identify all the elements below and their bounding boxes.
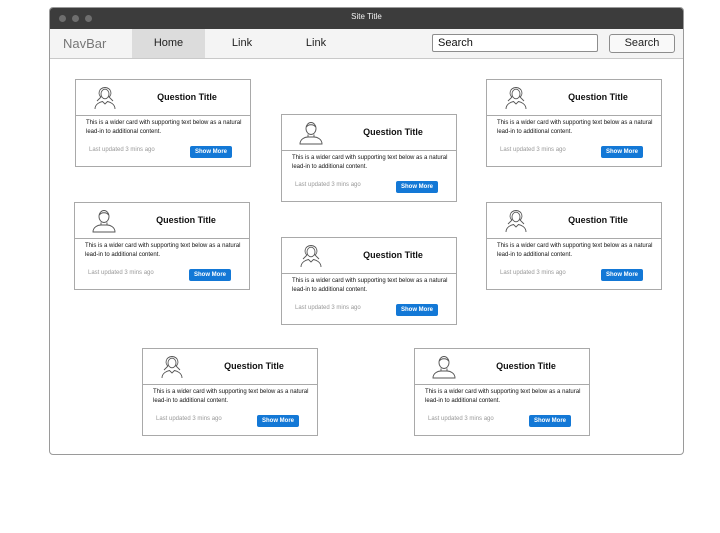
question-card: Question Title This is a wider card with… xyxy=(414,348,590,436)
card-text: This is a wider card with supporting tex… xyxy=(86,120,242,135)
card-title: Question Title xyxy=(224,361,284,371)
female-user-icon xyxy=(503,85,529,111)
navbar: NavBar Home Link Link Search xyxy=(50,29,683,59)
search-input[interactable] xyxy=(432,34,598,52)
question-card: Question Title This is a wider card with… xyxy=(74,202,250,290)
card-text: This is a wider card with supporting tex… xyxy=(425,389,581,404)
card-text: This is a wider card with supporting tex… xyxy=(85,243,241,258)
card-title: Question Title xyxy=(156,215,216,225)
male-user-icon xyxy=(298,120,324,146)
nav-link-home[interactable]: Home xyxy=(132,29,205,58)
show-more-button[interactable]: Show More xyxy=(190,146,232,158)
card-updated: Last updated 3 mins ago xyxy=(156,416,222,422)
card-header: Question Title xyxy=(487,80,661,116)
question-card: Question Title This is a wider card with… xyxy=(486,79,662,167)
card-text: This is a wider card with supporting tex… xyxy=(497,120,653,135)
card-header: Question Title xyxy=(143,349,317,385)
card-updated: Last updated 3 mins ago xyxy=(500,147,566,153)
female-user-icon xyxy=(298,243,324,269)
card-title: Question Title xyxy=(363,250,423,260)
card-updated: Last updated 3 mins ago xyxy=(428,416,494,422)
question-card: Question Title This is a wider card with… xyxy=(75,79,251,167)
title-bar: Site Title xyxy=(50,8,683,29)
card-updated: Last updated 3 mins ago xyxy=(88,270,154,276)
search-button[interactable]: Search xyxy=(609,34,675,53)
card-header: Question Title xyxy=(75,203,249,239)
show-more-button[interactable]: Show More xyxy=(601,269,643,281)
card-text: This is a wider card with supporting tex… xyxy=(292,155,448,170)
card-title: Question Title xyxy=(157,92,217,102)
card-updated: Last updated 3 mins ago xyxy=(500,270,566,276)
male-user-icon xyxy=(431,354,457,380)
card-text: This is a wider card with supporting tex… xyxy=(497,243,653,258)
card-title: Question Title xyxy=(568,215,628,225)
card-title: Question Title xyxy=(568,92,628,102)
question-card: Question Title This is a wider card with… xyxy=(486,202,662,290)
question-card: Question Title This is a wider card with… xyxy=(142,348,318,436)
card-updated: Last updated 3 mins ago xyxy=(295,305,361,311)
show-more-button[interactable]: Show More xyxy=(601,146,643,158)
question-card: Question Title This is a wider card with… xyxy=(281,114,457,202)
show-more-button[interactable]: Show More xyxy=(189,269,231,281)
card-text: This is a wider card with supporting tex… xyxy=(292,278,448,293)
card-updated: Last updated 3 mins ago xyxy=(295,182,361,188)
female-user-icon xyxy=(503,208,529,234)
show-more-button[interactable]: Show More xyxy=(396,304,438,316)
nav-link-1[interactable]: Link xyxy=(218,29,266,58)
question-card: Question Title This is a wider card with… xyxy=(281,237,457,325)
nav-link-2[interactable]: Link xyxy=(292,29,340,58)
card-title: Question Title xyxy=(496,361,556,371)
female-user-icon xyxy=(92,85,118,111)
card-header: Question Title xyxy=(487,203,661,239)
window-title: Site Title xyxy=(351,12,382,21)
card-title: Question Title xyxy=(363,127,423,137)
show-more-button[interactable]: Show More xyxy=(396,181,438,193)
card-header: Question Title xyxy=(282,115,456,151)
card-text: This is a wider card with supporting tex… xyxy=(153,389,309,404)
card-header: Question Title xyxy=(415,349,589,385)
navbar-brand[interactable]: NavBar xyxy=(63,36,106,51)
card-header: Question Title xyxy=(76,80,250,116)
card-header: Question Title xyxy=(282,238,456,274)
female-user-icon xyxy=(159,354,185,380)
male-user-icon xyxy=(91,208,117,234)
show-more-button[interactable]: Show More xyxy=(257,415,299,427)
card-updated: Last updated 3 mins ago xyxy=(89,147,155,153)
show-more-button[interactable]: Show More xyxy=(529,415,571,427)
